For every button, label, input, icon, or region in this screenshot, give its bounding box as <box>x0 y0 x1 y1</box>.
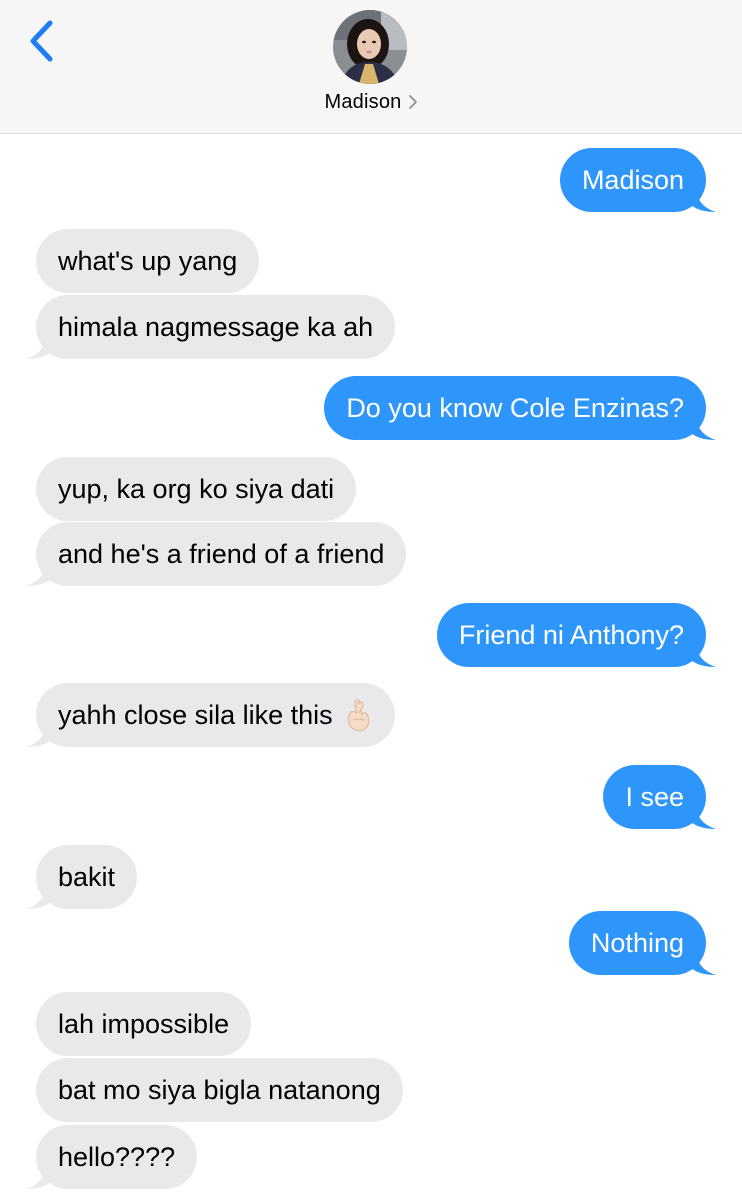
bubble-tail <box>26 721 52 747</box>
message-bubble-sent[interactable]: Nothing <box>568 911 716 975</box>
message-text: bat mo siya bigla natanong <box>58 1074 381 1105</box>
message-text: Madison <box>581 164 684 195</box>
bubble-tail <box>690 186 716 212</box>
message-text: and he's a friend of a friend <box>58 538 385 569</box>
message-bubble-received[interactable]: himala nagmessage ka ah <box>26 295 396 359</box>
conversation-header: Madison <box>0 0 742 134</box>
message-bubble-received[interactable]: yup, ka org ko siya dati <box>36 457 357 521</box>
message-text: yahh close sila like this <box>58 699 333 730</box>
chevron-left-icon <box>30 20 53 62</box>
message-bubble-received[interactable]: bakit <box>26 845 138 909</box>
bubble-tail <box>26 883 52 909</box>
chevron-right-icon <box>408 95 417 109</box>
bubble-tail <box>690 414 716 440</box>
message-bubble-received[interactable]: hello???? <box>26 1125 198 1189</box>
message-text: hello???? <box>58 1141 176 1172</box>
message-text: what's up yang <box>58 245 238 276</box>
bubble-tail <box>26 333 52 359</box>
message-text: bakit <box>58 861 116 892</box>
message-bubble-received[interactable]: lah impossible <box>36 992 252 1056</box>
bubble-tail <box>690 949 716 975</box>
message-bubble-received[interactable]: bat mo siya bigla natanong <box>36 1058 403 1122</box>
bubble-tail <box>26 1163 52 1189</box>
message-bubble-received[interactable]: and he's a friend of a friend <box>26 522 407 586</box>
back-button[interactable] <box>22 18 62 64</box>
contact-avatar[interactable] <box>333 10 407 84</box>
messages-screen: Madison Madison what's up yang himala na… <box>0 0 742 1200</box>
message-bubble-sent[interactable]: Madison <box>559 148 716 212</box>
contact-name: Madison <box>324 90 402 113</box>
bubble-tail <box>690 803 716 829</box>
crossed-fingers-icon <box>347 699 369 732</box>
message-text: I see <box>625 781 684 812</box>
message-text: Friend ni Anthony? <box>458 619 684 650</box>
message-bubble-received[interactable]: what's up yang <box>36 229 260 293</box>
message-bubble-received[interactable]: yahh close sila like this <box>26 683 395 747</box>
message-bubble-sent[interactable]: Friend ni Anthony? <box>436 603 716 667</box>
bubble-tail <box>26 560 52 586</box>
message-bubble-sent[interactable]: Do you know Cole Enzinas? <box>324 376 716 440</box>
avatar-image <box>333 10 407 84</box>
message-text: yup, ka org ko siya dati <box>58 473 335 504</box>
message-text: lah impossible <box>58 1008 230 1039</box>
contact-name-button[interactable]: Madison <box>0 88 742 116</box>
message-bubble-sent[interactable]: I see <box>603 765 716 829</box>
bubble-tail <box>690 641 716 667</box>
message-text: himala nagmessage ka ah <box>58 311 374 342</box>
message-text: Nothing <box>590 927 684 958</box>
message-text: Do you know Cole Enzinas? <box>346 392 684 423</box>
